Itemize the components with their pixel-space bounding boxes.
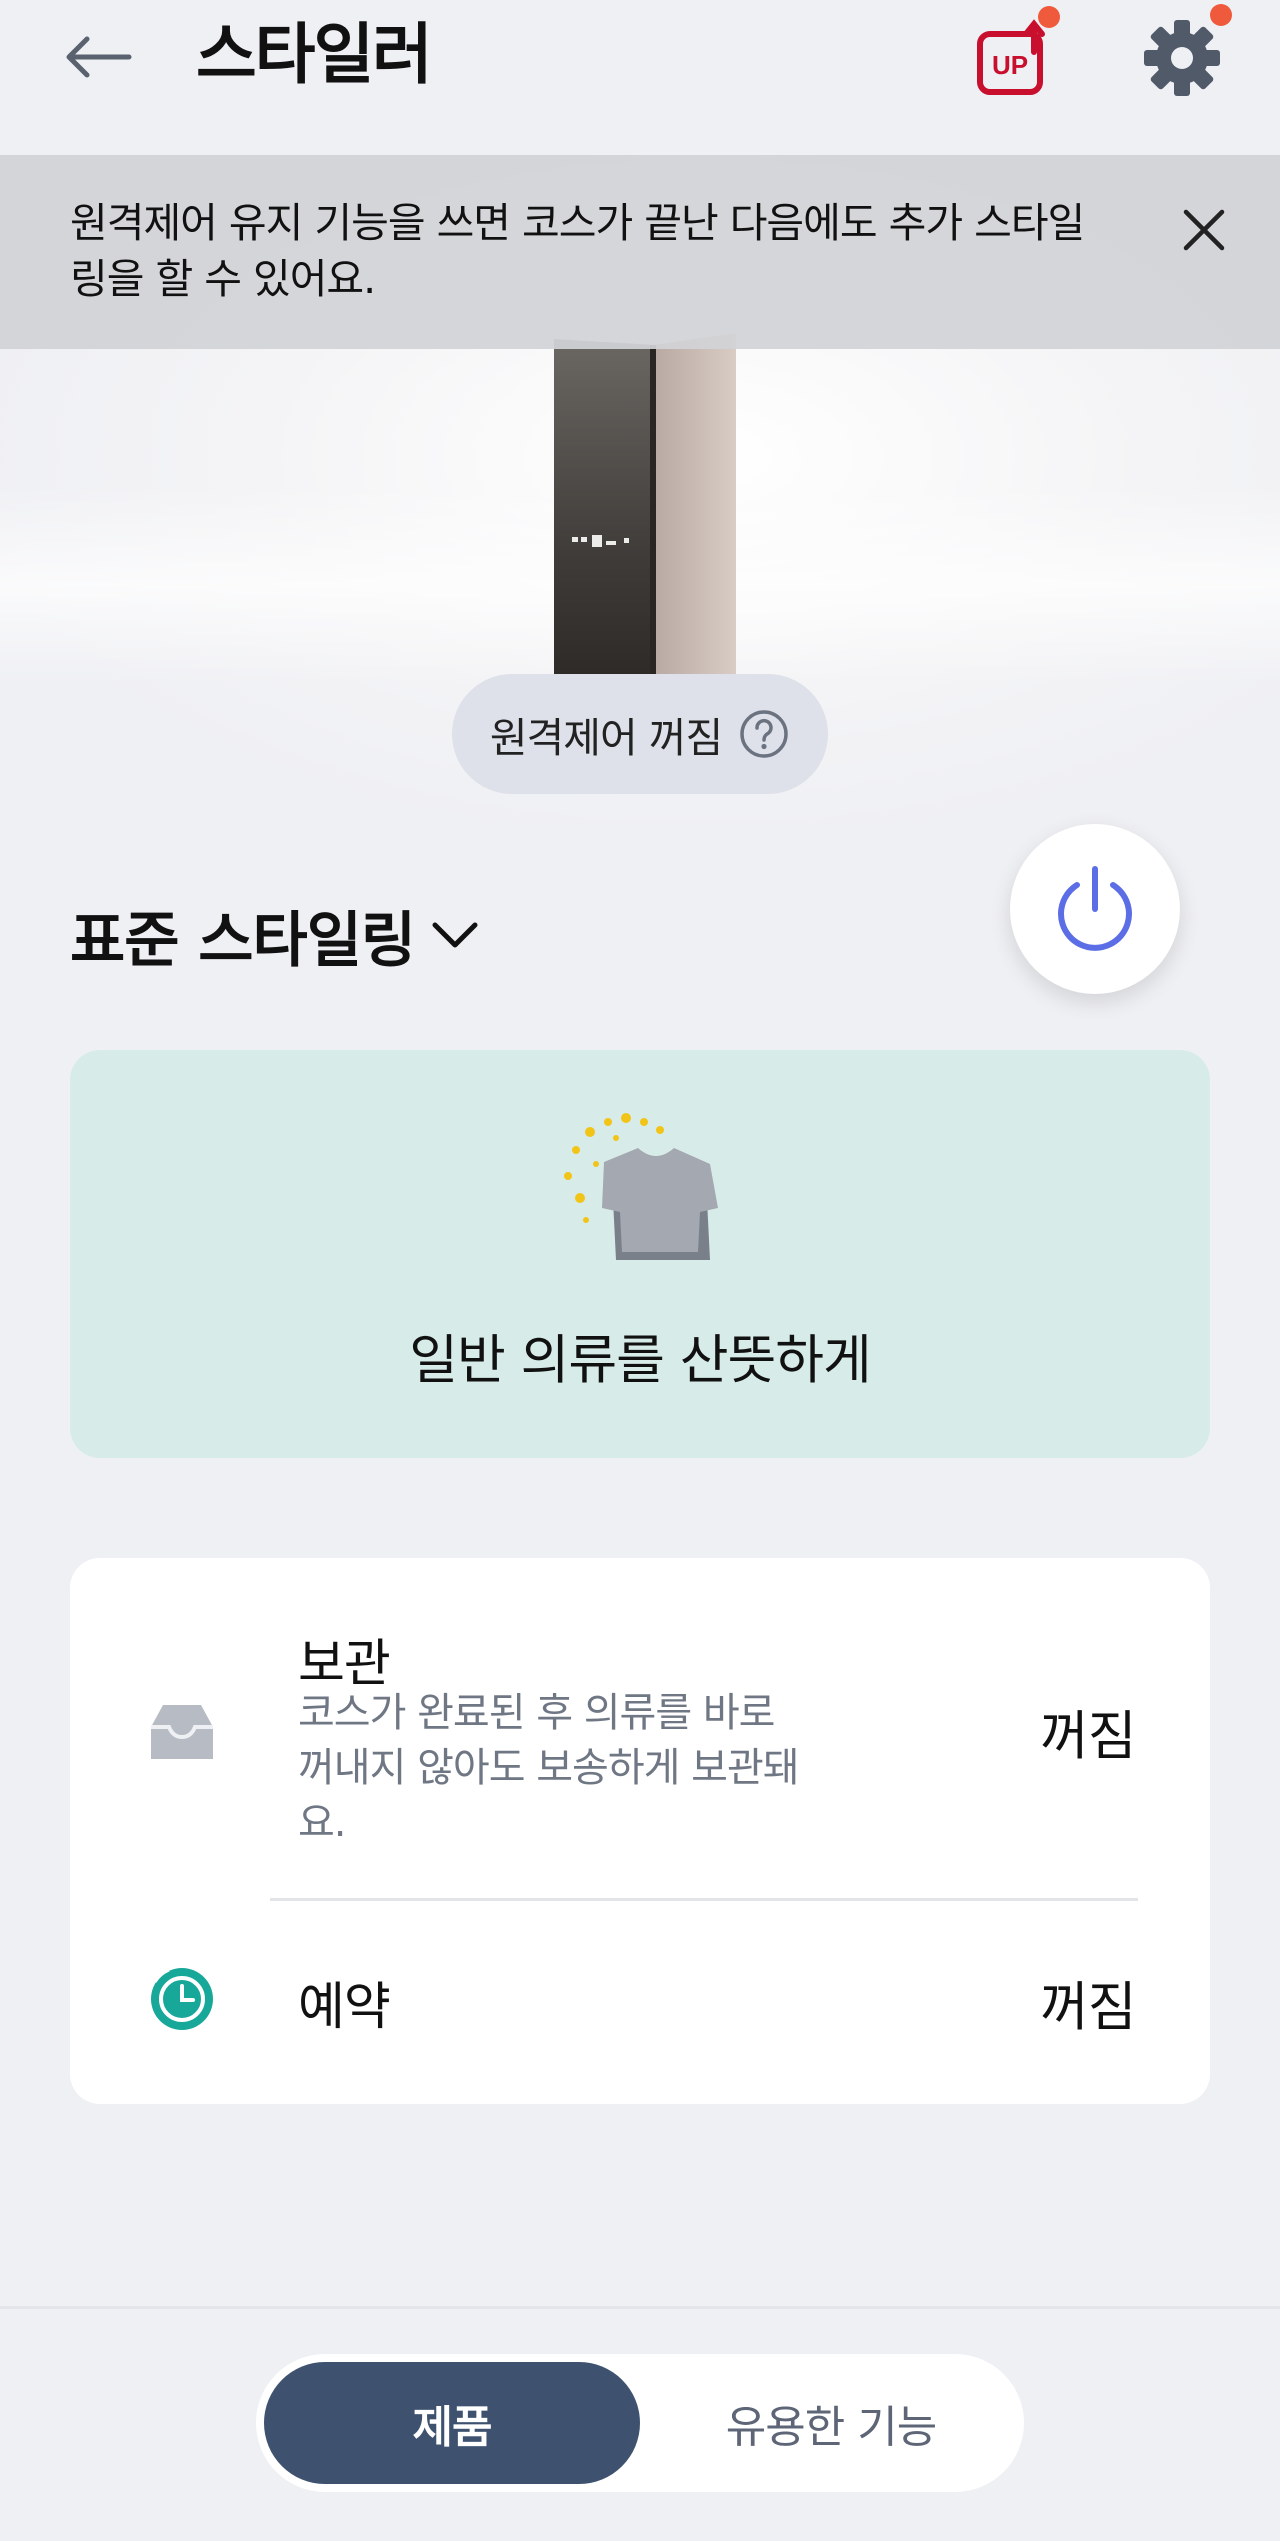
chevron-down-icon [432,922,478,948]
remote-control-status[interactable]: 원격제어 꺼짐 [452,674,828,794]
clock-icon [144,1961,220,2037]
power-button[interactable] [1010,824,1180,994]
up-label: UP [992,50,1028,80]
storage-option-row[interactable]: 보관 코스가 완료된 후 의류를 바로 꺼내지 않아도 보송하게 보관돼요. 꺼… [70,1558,1210,1898]
remote-status-label: 원격제어 꺼짐 [489,714,723,762]
power-icon [1058,866,1132,951]
course-selector[interactable]: 표준 스타일링 [70,890,481,980]
notice-text: 원격제어 유지 기능을 쓰면 코스가 끝난 다음에도 추가 스타일링을 할 수 … [70,199,1085,303]
settings-button[interactable] [1134,4,1232,106]
back-button[interactable] [58,22,138,92]
tab-product[interactable]: 제품 [264,2362,640,2484]
reservation-title: 예약 [298,1978,391,2037]
bottom-divider [0,2306,1280,2309]
bottom-tab-switch: 제품 유용한 기능 [256,2354,1024,2492]
page-title: 스타일러 [196,16,433,93]
help-icon[interactable] [738,708,790,760]
app-header: 스타일러 UP [0,0,1280,150]
tray-icon [144,1694,220,1770]
storage-title: 보관 [298,1635,391,1694]
storage-description: 코스가 완료된 후 의류를 바로 꺼내지 않아도 보송하게 보관돼요. [298,1690,800,1846]
notification-dot [1210,4,1232,26]
notification-dot [1038,6,1060,28]
reservation-status: 꺼짐 [1040,1977,1137,2038]
back-arrow-icon [66,36,132,78]
reservation-option-row[interactable]: 예약 꺼짐 [70,1901,1210,2101]
close-icon [1183,209,1225,251]
options-card: 보관 코스가 완료된 후 의류를 바로 꺼내지 않아도 보송하게 보관돼요. 꺼… [70,1558,1210,2104]
notice-banner: 원격제어 유지 기능을 쓰면 코스가 끝난 다음에도 추가 스타일링을 할 수 … [0,155,1280,349]
course-description: 일반 의류를 산뜻하게 [409,1330,872,1391]
course-name: 표준 스타일링 [70,905,416,976]
close-notice-button[interactable] [1172,198,1236,262]
up-button[interactable]: UP [968,6,1064,108]
course-card: 일반 의류를 산뜻하게 [70,1050,1210,1458]
clothes-refresh-icon [564,1113,718,1260]
tab-useful-features[interactable]: 유용한 기능 [646,2362,1016,2484]
storage-status: 꺼짐 [1040,1706,1137,1767]
